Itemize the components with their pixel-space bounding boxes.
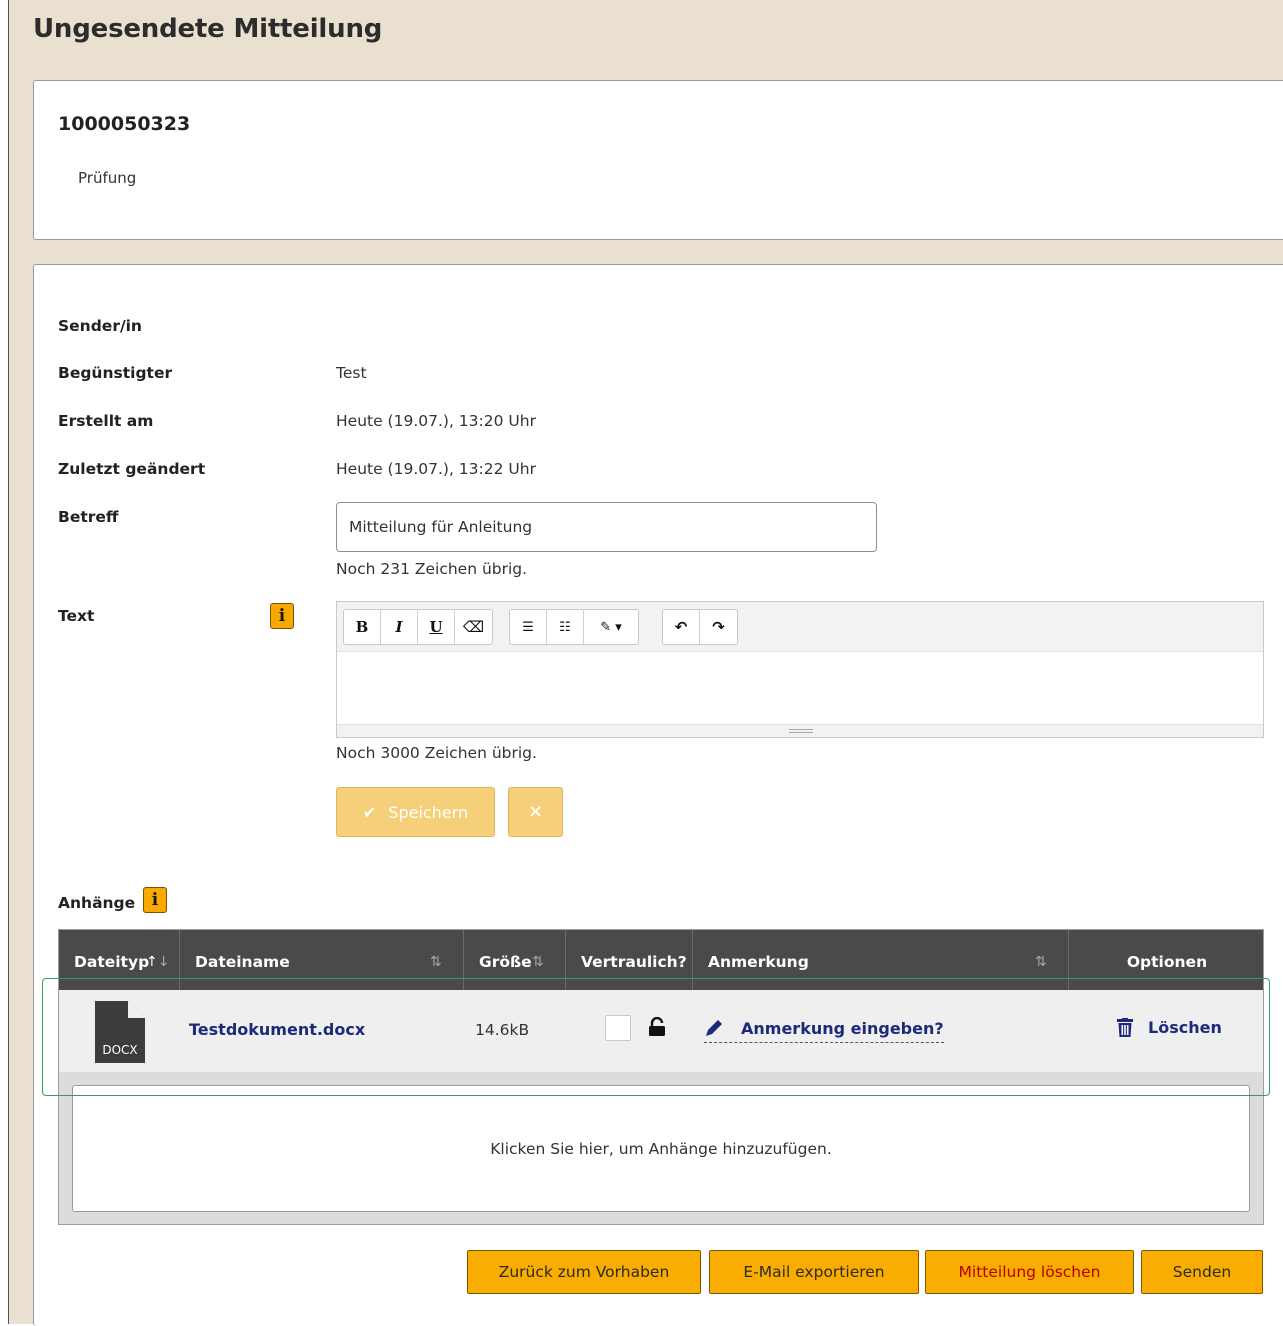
column-header-confidential: Vertraulich? bbox=[566, 930, 693, 990]
trash-icon bbox=[1117, 1018, 1133, 1037]
numbered-list-icon[interactable]: ☷ bbox=[547, 610, 584, 644]
page-title: Ungesendete Mitteilung bbox=[33, 14, 383, 44]
delete-label: Löschen bbox=[1148, 1018, 1222, 1037]
message-panel: Sender/in Begünstigter Test Erstellt am … bbox=[33, 264, 1283, 1326]
table-row: DOCX Testdokument.docx 14.6kB Anmerkung … bbox=[59, 990, 1263, 1072]
export-email-button[interactable]: E-Mail exportieren bbox=[709, 1250, 919, 1294]
beneficiary-label: Begünstigter bbox=[58, 364, 173, 382]
column-header-size[interactable]: Größe ⇅ bbox=[464, 930, 566, 990]
sort-asc-icon: ↑↓ bbox=[146, 954, 170, 970]
italic-button[interactable]: I bbox=[381, 610, 418, 644]
column-header-type[interactable]: Dateityp ↑↓ bbox=[59, 930, 180, 990]
bold-button[interactable]: B bbox=[344, 610, 381, 644]
pencil-icon bbox=[706, 1020, 722, 1036]
send-button[interactable]: Senden bbox=[1141, 1250, 1263, 1294]
case-status: Prüfung bbox=[78, 169, 137, 187]
save-button[interactable]: ✔ Speichern bbox=[336, 787, 495, 837]
close-icon: ✕ bbox=[527, 801, 544, 823]
style-dropdown-icon[interactable]: ✎ ▾ bbox=[584, 610, 638, 644]
column-name-label: Dateiname bbox=[195, 953, 290, 971]
unlocked-lock-icon bbox=[649, 1017, 665, 1036]
add-note-label: Anmerkung eingeben? bbox=[741, 1018, 944, 1038]
created-label: Erstellt am bbox=[58, 412, 154, 430]
sort-icon: ⇅ bbox=[1035, 954, 1047, 970]
eraser-icon[interactable]: ⌫ bbox=[455, 610, 492, 644]
editor-text-area[interactable] bbox=[337, 653, 1263, 725]
subject-remaining: Noch 231 Zeichen übrig. bbox=[336, 560, 528, 578]
modified-label: Zuletzt geändert bbox=[58, 460, 206, 478]
text-remaining: Noch 3000 Zeichen übrig. bbox=[336, 744, 537, 762]
back-to-project-button[interactable]: Zurück zum Vorhaben bbox=[467, 1250, 701, 1294]
beneficiary-value: Test bbox=[336, 364, 367, 382]
check-icon: ✔ bbox=[362, 802, 377, 822]
column-confidential-label: Vertraulich? bbox=[581, 953, 687, 971]
case-panel: 1000050323 Prüfung bbox=[33, 80, 1283, 240]
cancel-button[interactable]: ✕ bbox=[508, 787, 563, 837]
column-size-label: Größe bbox=[479, 953, 532, 971]
file-size: 14.6kB bbox=[475, 1021, 530, 1039]
column-options-label: Optionen bbox=[1126, 953, 1208, 971]
app-frame: Ungesendete Mitteilung 1000050323 Prüfun… bbox=[8, 0, 1283, 1326]
sender-label: Sender/in bbox=[58, 317, 142, 335]
column-header-note[interactable]: Anmerkung ⇅ bbox=[693, 930, 1069, 990]
save-label: Speichern bbox=[388, 802, 469, 822]
list-group: ☰ ☷ ✎ ▾ bbox=[509, 609, 639, 645]
file-name-link[interactable]: Testdokument.docx bbox=[189, 1020, 365, 1039]
add-note-link[interactable]: Anmerkung eingeben? bbox=[704, 1018, 944, 1043]
table-header: Dateityp ↑↓ Dateiname ⇅ Größe ⇅ Vertraul… bbox=[59, 930, 1263, 990]
history-group: ↶ ↷ bbox=[662, 609, 738, 645]
editor-toolbar: B I U ⌫ ☰ ☷ ✎ ▾ ↶ ↷ bbox=[337, 602, 1263, 652]
attachments-table: Dateityp ↑↓ Dateiname ⇅ Größe ⇅ Vertraul… bbox=[58, 929, 1264, 1225]
resize-grip-icon bbox=[789, 729, 813, 733]
rich-text-editor: B I U ⌫ ☰ ☷ ✎ ▾ ↶ ↷ bbox=[336, 601, 1264, 738]
redo-icon[interactable]: ↷ bbox=[700, 610, 737, 644]
undo-icon[interactable]: ↶ bbox=[663, 610, 700, 644]
delete-attachment-button[interactable]: Löschen bbox=[1117, 1018, 1222, 1037]
modified-value: Heute (19.07.), 13:22 Uhr bbox=[336, 460, 536, 478]
delete-message-button[interactable]: Mitteilung löschen bbox=[925, 1250, 1134, 1294]
column-note-label: Anmerkung bbox=[708, 953, 809, 971]
bullet-list-icon[interactable]: ☰ bbox=[510, 610, 547, 644]
column-type-label: Dateityp bbox=[74, 953, 150, 971]
format-group: B I U ⌫ bbox=[343, 609, 493, 645]
attachments-label: Anhänge bbox=[58, 894, 136, 912]
underline-button[interactable]: U bbox=[418, 610, 455, 644]
sort-icon: ⇅ bbox=[532, 954, 544, 970]
column-header-name[interactable]: Dateiname ⇅ bbox=[180, 930, 464, 990]
column-header-options: Optionen bbox=[1069, 930, 1265, 990]
text-label: Text bbox=[58, 607, 95, 625]
attachments-info-icon[interactable]: i bbox=[143, 887, 167, 913]
case-number: 1000050323 bbox=[58, 113, 191, 135]
subject-input[interactable] bbox=[336, 502, 877, 552]
created-value: Heute (19.07.), 13:20 Uhr bbox=[336, 412, 536, 430]
docx-file-icon: DOCX bbox=[95, 1001, 145, 1063]
sort-icon: ⇅ bbox=[430, 954, 442, 970]
subject-label: Betreff bbox=[58, 508, 119, 526]
confidential-checkbox[interactable] bbox=[605, 1015, 631, 1041]
file-type-label: DOCX bbox=[102, 1043, 137, 1057]
editor-resize-handle[interactable] bbox=[337, 724, 1263, 737]
attachment-dropzone[interactable]: Klicken Sie hier, um Anhänge hinzuzufüge… bbox=[72, 1085, 1250, 1212]
text-info-icon[interactable]: i bbox=[270, 603, 294, 629]
